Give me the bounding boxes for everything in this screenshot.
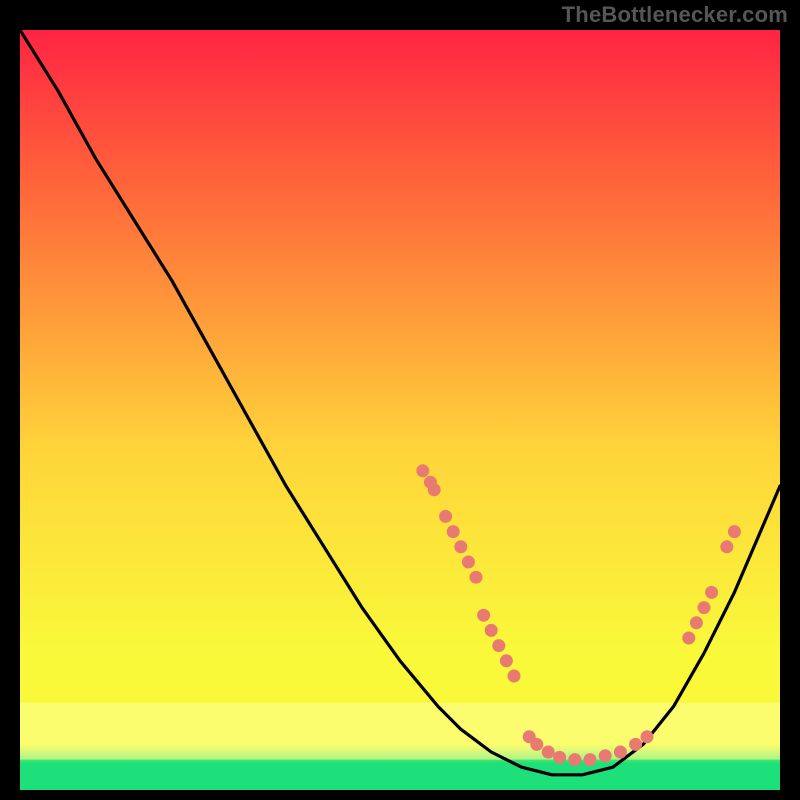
green-band: [20, 763, 780, 790]
data-dot: [682, 632, 695, 645]
data-dot: [720, 540, 733, 553]
data-dot: [470, 571, 483, 584]
chart-svg: [20, 30, 780, 790]
data-dot: [447, 525, 460, 538]
data-dot: [454, 540, 467, 553]
data-dot: [428, 483, 441, 496]
data-dot: [508, 670, 521, 683]
data-dot: [477, 609, 490, 622]
data-dot: [690, 616, 703, 629]
data-dot: [439, 510, 452, 523]
data-dot: [728, 525, 741, 538]
data-dot: [599, 749, 612, 762]
data-dot: [584, 753, 597, 766]
data-dot: [568, 753, 581, 766]
attribution-text: TheBottlenecker.com: [562, 2, 788, 28]
data-dot: [462, 556, 475, 569]
data-dot: [641, 730, 654, 743]
data-dot: [485, 624, 498, 637]
data-dot: [500, 654, 513, 667]
data-dot: [416, 464, 429, 477]
data-dot: [698, 601, 711, 614]
data-dot: [542, 746, 555, 759]
data-dot: [553, 751, 566, 764]
chart-frame: TheBottlenecker.com: [0, 0, 800, 800]
data-dot: [629, 738, 642, 751]
data-dot: [614, 746, 627, 759]
plot-area: [20, 30, 780, 790]
data-dot: [705, 586, 718, 599]
pale-band: [20, 703, 780, 760]
data-dot: [530, 738, 543, 751]
data-dot: [492, 639, 505, 652]
gradient-background: [20, 30, 780, 790]
